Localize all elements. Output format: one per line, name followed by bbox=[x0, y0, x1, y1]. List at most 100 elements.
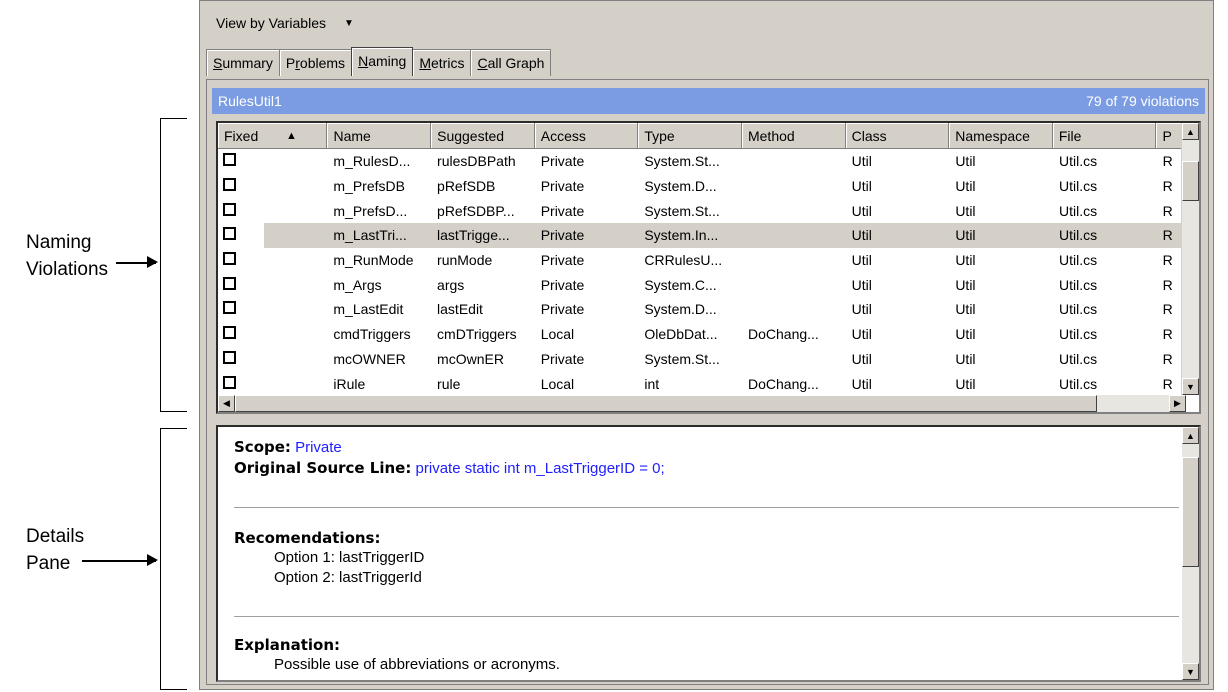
column-header-namespace[interactable]: Namespace bbox=[949, 123, 1053, 149]
details-content: Scope: Private Original Source Line: pri… bbox=[234, 437, 1179, 675]
fixed-checkbox[interactable] bbox=[223, 326, 236, 340]
cell-class: Util bbox=[851, 276, 872, 293]
tab-call-graph[interactable]: Call Graph bbox=[470, 49, 552, 76]
details-scrollbar[interactable]: ▲ ▼ bbox=[1182, 427, 1199, 680]
table-row[interactable]: m_Args args Private System.C... Util Util Util… bbox=[218, 272, 1186, 297]
cell-fixed bbox=[218, 178, 327, 194]
table-row[interactable]: iRule rule Local int DoChang... Util Util Util.… bbox=[218, 371, 1186, 396]
cell-access: Private bbox=[540, 178, 585, 195]
tab-metrics[interactable]: Metrics bbox=[412, 49, 472, 76]
scroll-right-button[interactable]: ▶ bbox=[1169, 395, 1186, 412]
violations-grid[interactable]: Fixed ▲ Name Suggested Access Type Method Class… bbox=[216, 121, 1201, 414]
column-header-name[interactable]: Name bbox=[327, 123, 432, 149]
table-row[interactable]: m_PrefsDB pRefSDB Private System.D... Util Ut… bbox=[218, 174, 1186, 199]
scroll-up-button[interactable]: ▲ bbox=[1182, 427, 1199, 444]
table-row[interactable]: m_LastEdit lastEdit Private System.D... Util… bbox=[218, 297, 1186, 322]
cell-file: Util.cs bbox=[1058, 252, 1098, 269]
cell-class: Util bbox=[851, 350, 872, 367]
grid-body: m_RulesD... rulesDBPath Private System.St..… bbox=[218, 149, 1186, 396]
cell-suggested: lastTrigge... bbox=[437, 227, 510, 244]
cell-file: Util.cs bbox=[1058, 276, 1098, 293]
fixed-checkbox[interactable] bbox=[223, 252, 236, 266]
cell-class: Util bbox=[851, 202, 872, 219]
tab-problems[interactable]: Problems bbox=[278, 49, 353, 76]
fixed-checkbox[interactable] bbox=[223, 202, 236, 216]
horizontal-scrollbar[interactable]: ◀ ▶ bbox=[218, 395, 1186, 412]
cell-namespace: Util bbox=[955, 350, 976, 367]
column-header-method[interactable]: Method bbox=[741, 123, 846, 149]
violation-count: 79 of 79 violations bbox=[1086, 93, 1199, 109]
cell-name: m_LastTri... bbox=[333, 227, 407, 244]
source-line: Original Source Line: private static int… bbox=[234, 458, 1179, 479]
column-header-label: Method bbox=[747, 128, 795, 144]
column-header-type[interactable]: Type bbox=[638, 123, 742, 149]
column-header-label: P bbox=[1162, 128, 1172, 144]
cell-access: Private bbox=[540, 350, 585, 367]
arrow-naming bbox=[116, 257, 158, 267]
cell-class: Util bbox=[851, 227, 872, 244]
column-header-suggested[interactable]: Suggested bbox=[431, 123, 535, 149]
option-1: Option 1: lastTriggerID bbox=[274, 549, 425, 566]
cell-namespace: Util bbox=[955, 326, 976, 343]
source-value: private static int m_LastTriggerID = 0; bbox=[415, 460, 665, 477]
cell-suggested: rule bbox=[437, 375, 461, 392]
column-header-fixed[interactable]: Fixed ▲ bbox=[218, 123, 328, 149]
table-row[interactable]: mcOWNER mcOwnER Private System.St... Util Uti… bbox=[218, 347, 1186, 372]
scroll-up-button[interactable]: ▲ bbox=[1182, 123, 1199, 140]
column-header-label: Type bbox=[644, 128, 675, 144]
column-header-label: Access bbox=[540, 128, 586, 144]
source-label: Original Source Line: bbox=[234, 459, 412, 477]
cell-file: Util.cs bbox=[1058, 350, 1098, 367]
explanation-label: Explanation: bbox=[234, 636, 341, 654]
cell-namespace: Util bbox=[955, 375, 976, 392]
fixed-checkbox[interactable] bbox=[223, 227, 236, 241]
cell-type: System.D... bbox=[644, 301, 717, 318]
scroll-down-button[interactable]: ▼ bbox=[1182, 663, 1199, 680]
fixed-checkbox[interactable] bbox=[223, 301, 236, 315]
column-header-label: Namespace bbox=[955, 128, 1030, 144]
table-row[interactable]: m_RulesD... rulesDBPath Private System.St..… bbox=[218, 149, 1186, 174]
fixed-checkbox[interactable] bbox=[223, 350, 236, 364]
cell-type: System.St... bbox=[644, 153, 720, 170]
view-by-dropdown[interactable]: View by Variables ▼ bbox=[208, 9, 362, 37]
scroll-thumb[interactable] bbox=[1182, 457, 1199, 567]
cell-class: Util bbox=[851, 301, 872, 318]
tab-summary[interactable]: Summary bbox=[206, 49, 280, 76]
option-2: Option 2: lastTriggerId bbox=[274, 569, 422, 586]
table-row[interactable]: m_LastTri... lastTrigge... Private System.I… bbox=[218, 223, 1186, 248]
cell-fixed bbox=[218, 153, 327, 169]
fixed-checkbox[interactable] bbox=[223, 178, 236, 192]
cell-namespace: Util bbox=[955, 301, 976, 318]
fixed-checkbox[interactable] bbox=[223, 375, 236, 389]
cell-suggested: pRefSDB bbox=[437, 178, 496, 195]
column-header-class[interactable]: Class bbox=[845, 123, 950, 149]
cell-access: Private bbox=[540, 276, 585, 293]
annotation-line-2: Violations bbox=[26, 259, 109, 280]
scope-value: Private bbox=[295, 439, 342, 456]
column-header-file[interactable]: File bbox=[1052, 123, 1157, 149]
column-header-access[interactable]: Access bbox=[534, 123, 639, 149]
cell-name: iRule bbox=[333, 375, 366, 392]
cell-namespace: Util bbox=[955, 252, 976, 269]
cell-fixed bbox=[218, 252, 327, 268]
bracket-naming bbox=[160, 118, 187, 412]
table-row[interactable]: m_RunMode runMode Private CRRulesU... Util Ut… bbox=[218, 248, 1186, 273]
cell-p: R bbox=[1162, 153, 1173, 170]
cell-p: R bbox=[1162, 178, 1173, 195]
table-row[interactable]: cmdTriggers cmDTriggers Local OleDbDat... Do… bbox=[218, 322, 1186, 347]
tab-naming[interactable]: Naming bbox=[351, 47, 414, 76]
annotation-line-2: Pane bbox=[26, 553, 71, 574]
scroll-left-button[interactable]: ◀ bbox=[218, 395, 235, 412]
cell-access: Local bbox=[540, 326, 575, 343]
table-row[interactable]: m_PrefsD... pRefSDBP... Private System.St..… bbox=[218, 198, 1186, 223]
cell-file: Util.cs bbox=[1058, 227, 1098, 244]
scroll-thumb[interactable] bbox=[235, 395, 1097, 412]
fixed-checkbox[interactable] bbox=[223, 276, 236, 290]
column-header-label: Fixed bbox=[224, 128, 259, 144]
cell-p: R bbox=[1162, 301, 1173, 318]
cell-namespace: Util bbox=[955, 227, 976, 244]
fixed-checkbox[interactable] bbox=[223, 153, 236, 167]
cell-type: System.St... bbox=[644, 350, 720, 367]
column-header-label: Suggested bbox=[437, 128, 505, 144]
cell-class: Util bbox=[851, 178, 872, 195]
